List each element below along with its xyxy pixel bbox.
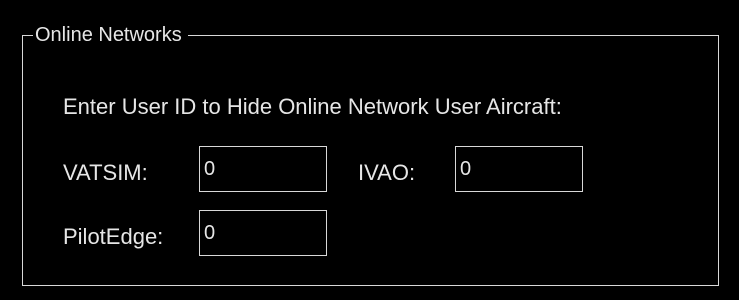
- vatsim-label: VATSIM:: [63, 160, 148, 185]
- instruction-text: Enter User ID to Hide Online Network Use…: [63, 94, 562, 119]
- pilotedge-label: PilotEdge:: [63, 224, 164, 249]
- ivao-user-id-input[interactable]: [455, 146, 583, 192]
- groupbox-title: Online Networks: [33, 23, 188, 47]
- ivao-label: IVAO:: [358, 160, 416, 185]
- vatsim-user-id-input[interactable]: [199, 146, 327, 192]
- pilotedge-user-id-input[interactable]: [199, 210, 327, 256]
